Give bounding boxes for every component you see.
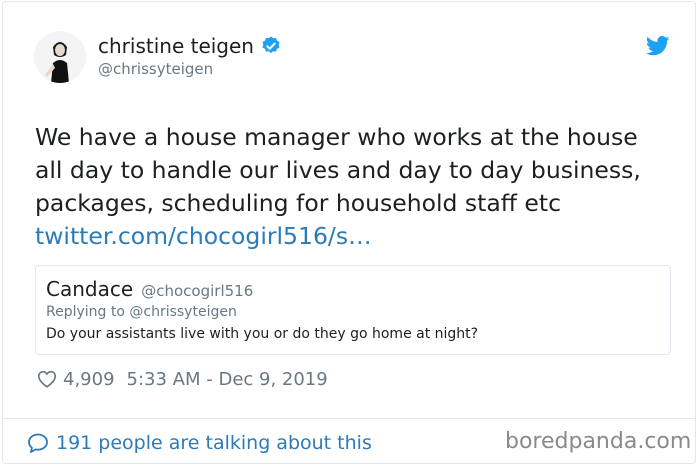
- watermark-logo: boredpanda.com: [505, 429, 692, 454]
- speech-bubble-icon: [28, 433, 48, 453]
- twitter-bird-icon[interactable]: [646, 36, 670, 56]
- tweet-meta: 4,909 5:33 AM - Dec 9, 2019: [36, 368, 328, 390]
- tweet-text-line: packages, scheduling for household staff…: [35, 189, 562, 217]
- quoted-author-row: Candace @chocogirl516: [46, 277, 253, 301]
- quoted-text: Do your assistants live with you or do t…: [46, 326, 479, 342]
- tweet-text-line: all day to handle our lives and day to d…: [35, 156, 641, 184]
- conversation-link[interactable]: 191 people are talking about this: [26, 431, 372, 455]
- talking-count-label: 191 people are talking about this: [56, 432, 372, 454]
- avatar[interactable]: [34, 31, 86, 83]
- quoted-tweet[interactable]: Candace @chocogirl516 Replying to @chris…: [35, 265, 671, 355]
- tweet-card: christine teigen @chrissyteigen We have …: [2, 1, 696, 464]
- quoted-author-handle: @chocogirl516: [141, 282, 254, 300]
- author-name-row: christine teigen: [98, 34, 282, 58]
- like-count[interactable]: 4,909: [63, 369, 115, 390]
- divider: [3, 418, 695, 419]
- quoted-author-name: Candace: [46, 277, 134, 301]
- heart-icon[interactable]: [36, 368, 58, 390]
- author-handle[interactable]: @chrissyteigen: [98, 60, 213, 78]
- tweet-text: We have a house manager who works at the…: [35, 121, 675, 253]
- tweet-link[interactable]: twitter.com/chocogirl516/s…: [35, 220, 675, 253]
- avatar-image: [34, 31, 86, 83]
- verified-badge-icon: [262, 36, 280, 54]
- author-name[interactable]: christine teigen: [98, 34, 254, 58]
- quoted-reply-to: Replying to @chrissyteigen: [46, 304, 237, 320]
- tweet-text-line: We have a house manager who works at the…: [35, 123, 638, 151]
- timestamp[interactable]: 5:33 AM - Dec 9, 2019: [127, 369, 328, 390]
